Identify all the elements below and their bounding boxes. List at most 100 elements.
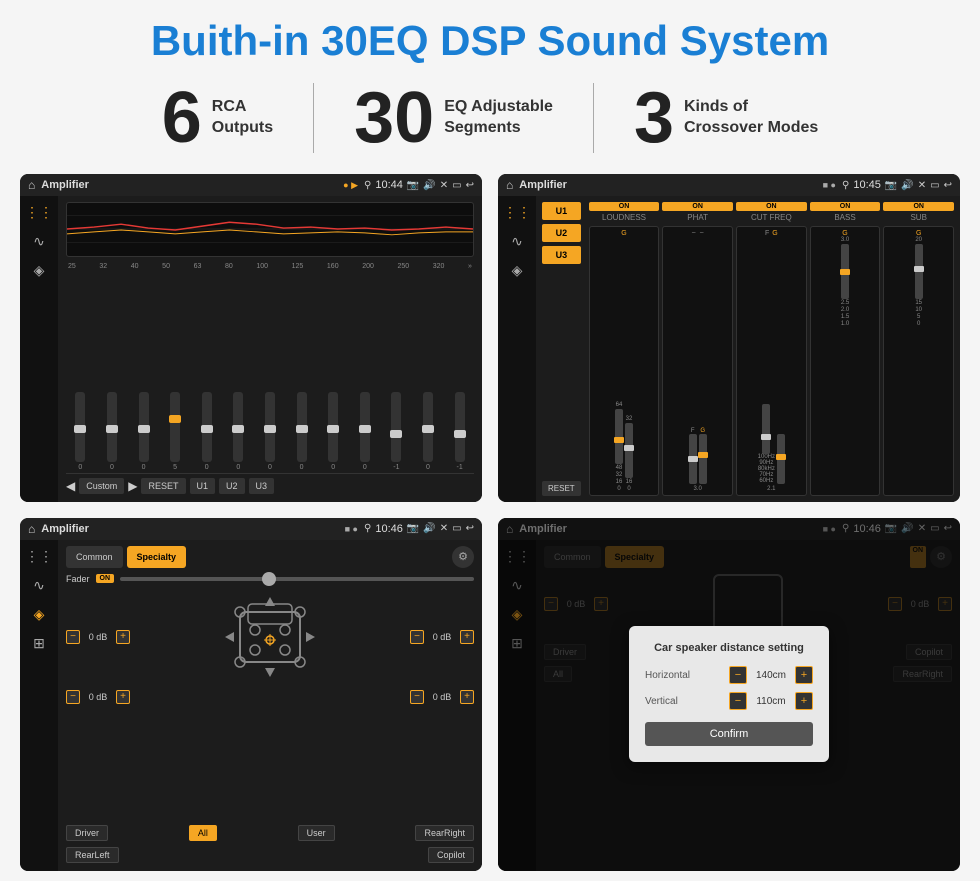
vertical-plus-btn[interactable]: + (795, 692, 813, 710)
volume-icon: 🔊 (423, 180, 435, 191)
eq-slider-8: 0 (297, 392, 307, 471)
vertical-control: − 110cm + (729, 692, 813, 710)
rearright-btn[interactable]: RearRight (415, 825, 474, 841)
location-icon: ⚲ (364, 180, 371, 191)
fader-track[interactable] (120, 577, 474, 581)
distance-screen: ⌂ Amplifier ■ ● ⚲ 10:46 📷 🔊 ✕ ▭ ↩ ⋮⋮ ∿ ◈ (498, 518, 960, 871)
all-btn[interactable]: All (189, 825, 217, 841)
confirm-button[interactable]: Confirm (645, 722, 813, 746)
db-value-fr: 0 dB (427, 632, 457, 642)
db-value-rl: 0 dB (83, 692, 113, 702)
eq-custom-btn[interactable]: Custom (79, 478, 124, 494)
volume-icon-2: 🔊 (901, 180, 913, 191)
db-plus-rr[interactable]: + (460, 690, 474, 704)
horizontal-control: − 140cm + (729, 666, 813, 684)
settings-icon-btn[interactable]: ⚙ (452, 546, 474, 568)
home-icon[interactable]: ⌂ (28, 178, 35, 192)
crossover-sidebar-icon-2[interactable]: ∿ (511, 233, 523, 250)
cutfreq-on: ON (736, 202, 807, 211)
db-control-fr: − 0 dB + (410, 630, 474, 644)
loudness-sliders: 64 48 32 16 0 (615, 237, 633, 491)
speaker-sidebar-icon-4[interactable]: ⊞ (33, 635, 45, 652)
volume-icon-3: 🔊 (423, 523, 435, 534)
speaker-sidebar: ⋮⋮ ∿ ◈ ⊞ (20, 540, 58, 871)
db-plus-fr[interactable]: + (460, 630, 474, 644)
db-minus-fl[interactable]: − (66, 630, 80, 644)
eq-graph (66, 202, 474, 257)
speaker-sidebar-icon-1[interactable]: ⋮⋮ (25, 548, 53, 565)
eq-prev-btn[interactable]: ◀ (66, 479, 75, 493)
crossover-sidebar-icon-1[interactable]: ⋮⋮ (503, 204, 531, 221)
speaker-sidebar-icon-2[interactable]: ∿ (33, 577, 45, 594)
horizontal-minus-btn[interactable]: − (729, 666, 747, 684)
speaker-screen: ⌂ Amplifier ■ ● ⚲ 10:46 📷 🔊 ✕ ▭ ↩ ⋮⋮ ∿ ◈ (20, 518, 482, 871)
db-minus-rl[interactable]: − (66, 690, 80, 704)
horizontal-row: Horizontal − 140cm + (645, 666, 813, 684)
driver-btn[interactable]: Driver (66, 825, 108, 841)
fader-row: Fader ON (66, 574, 474, 584)
eq-u1-btn[interactable]: U1 (190, 478, 216, 494)
loudness-label: LOUDNESS (589, 213, 660, 222)
eq-sidebar-icon-2[interactable]: ∿ (33, 233, 45, 250)
phat-sliders: F G (689, 237, 707, 483)
fader-on-badge: ON (96, 574, 115, 583)
specialty-tab[interactable]: Specialty (127, 546, 187, 568)
horizontal-plus-btn[interactable]: + (795, 666, 813, 684)
panel-bass: ON BASS (810, 202, 881, 222)
eq-play-btn[interactable]: ▶ (128, 479, 137, 493)
speaker-tab-row: Common Specialty ⚙ (66, 546, 474, 568)
eq-slider-6: 0 (233, 392, 243, 471)
back-icon: ↩ (466, 180, 474, 191)
u-buttons: U1 U2 U3 RESET (542, 202, 581, 495)
eq-slider-11: -1 (391, 392, 401, 471)
crossover-status-icons: ⚲ 10:45 📷 🔊 ✕ ▭ ↩ (842, 179, 952, 191)
camera-icon: 📷 (407, 180, 419, 191)
db-minus-rr[interactable]: − (410, 690, 424, 704)
eq-u2-btn[interactable]: U2 (219, 478, 245, 494)
crossover-sidebar-icon-3[interactable]: ◈ (512, 262, 523, 279)
db-minus-fr[interactable]: − (410, 630, 424, 644)
bottom-labels: Driver All User RearRight (66, 821, 474, 845)
speaker-sidebar-icon-3[interactable]: ◈ (34, 606, 45, 623)
eq-sliders-row: 0 0 0 5 (66, 274, 474, 472)
stat-rca: 6 RCA Outputs (122, 82, 313, 154)
speaker-status-icons: ⚲ 10:46 📷 🔊 ✕ ▭ ↩ (364, 523, 474, 535)
u2-button[interactable]: U2 (542, 224, 581, 242)
home-icon-2[interactable]: ⌂ (506, 178, 513, 192)
sub-label: SUB (883, 213, 954, 222)
panel-sliders-area: G 64 48 32 (589, 226, 954, 495)
crossover-status-bar: ⌂ Amplifier ■ ● ⚲ 10:45 📷 🔊 ✕ ▭ ↩ (498, 174, 960, 196)
fader-handle[interactable] (262, 572, 276, 586)
eq-slider-5: 0 (202, 392, 212, 471)
eq-u3-btn[interactable]: U3 (249, 478, 275, 494)
eq-sidebar-icon-3[interactable]: ◈ (34, 262, 45, 279)
eq-slider-3: 0 (139, 392, 149, 471)
common-tab[interactable]: Common (66, 546, 123, 568)
db-value-rr: 0 dB (427, 692, 457, 702)
rearleft-btn[interactable]: RearLeft (66, 847, 119, 863)
window-icon: ▭ (452, 180, 461, 191)
bass-panel: G 3.0 2.5 2.0 1.5 (810, 226, 881, 495)
stat-number-eq: 30 (354, 82, 434, 154)
vertical-minus-btn[interactable]: − (729, 692, 747, 710)
eq-time: 10:44 (375, 179, 403, 191)
fader-label: Fader (66, 574, 90, 584)
user-btn[interactable]: User (298, 825, 335, 841)
eq-reset-btn[interactable]: RESET (141, 478, 185, 494)
stat-eq: 30 EQ Adjustable Segments (314, 82, 593, 154)
page-wrapper: Buith-in 30EQ DSP Sound System 6 RCA Out… (0, 0, 980, 881)
db-plus-fl[interactable]: + (116, 630, 130, 644)
panel-loudness: ON LOUDNESS (589, 202, 660, 222)
db-plus-rl[interactable]: + (116, 690, 130, 704)
u1-button[interactable]: U1 (542, 202, 581, 220)
back-icon-3: ↩ (466, 523, 474, 534)
eq-screen: ⌂ Amplifier ● ▶ ⚲ 10:44 📷 🔊 ✕ ▭ ↩ ⋮⋮ ∿ ◈ (20, 174, 482, 501)
db-control-fl: − 0 dB + (66, 630, 130, 644)
copilot-btn[interactable]: Copilot (428, 847, 474, 863)
u3-button[interactable]: U3 (542, 246, 581, 264)
crossover-reset-btn[interactable]: RESET (542, 481, 581, 496)
eq-slider-13: -1 (455, 392, 465, 471)
db-value-fl: 0 dB (83, 632, 113, 642)
eq-sidebar-icon-1[interactable]: ⋮⋮ (25, 204, 53, 221)
home-icon-3[interactable]: ⌂ (28, 522, 35, 536)
